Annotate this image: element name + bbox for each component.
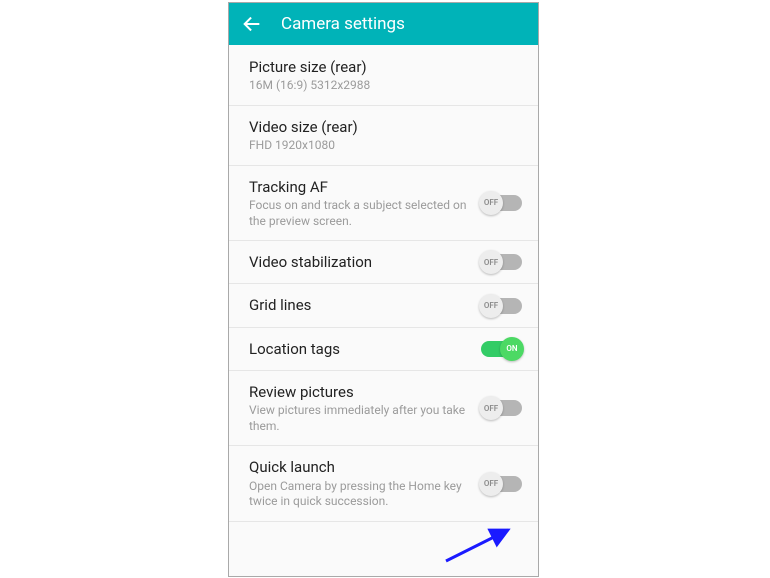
setting-video-stabilization[interactable]: Video stabilization OFF: [229, 241, 538, 284]
item-text: Grid lines: [249, 295, 481, 315]
toggle-grid-lines[interactable]: OFF: [481, 298, 522, 314]
setting-review-pictures[interactable]: Review pictures View pictures immediatel…: [229, 371, 538, 446]
item-text: Video size (rear) FHD 1920x1080: [249, 117, 522, 154]
item-title: Picture size (rear): [249, 57, 514, 77]
toggle-knob: OFF: [479, 191, 503, 215]
toggle-knob: ON: [500, 337, 524, 361]
item-title: Review pictures: [249, 382, 473, 402]
toggle-tracking-af[interactable]: OFF: [481, 195, 522, 211]
item-text: Picture size (rear) 16M (16:9) 5312x2988: [249, 57, 522, 94]
phone-frame: Camera settings Picture size (rear) 16M …: [228, 2, 539, 577]
toggle-knob: OFF: [479, 396, 503, 420]
toggle-knob: OFF: [479, 472, 503, 496]
toggle-video-stabilization[interactable]: OFF: [481, 254, 522, 270]
setting-quick-launch[interactable]: Quick launch Open Camera by pressing the…: [229, 446, 538, 521]
item-subtitle: Focus on and track a subject selected on…: [249, 198, 473, 229]
item-title: Quick launch: [249, 457, 473, 477]
toggle-location-tags[interactable]: ON: [481, 341, 522, 357]
toggle-knob: OFF: [479, 294, 503, 318]
setting-video-size-rear[interactable]: Video size (rear) FHD 1920x1080: [229, 106, 538, 166]
setting-tracking-af[interactable]: Tracking AF Focus on and track a subject…: [229, 166, 538, 241]
item-title: Video size (rear): [249, 117, 514, 137]
item-text: Video stabilization: [249, 252, 481, 272]
item-title: Grid lines: [249, 295, 473, 315]
item-text: Tracking AF Focus on and track a subject…: [249, 177, 481, 229]
back-button[interactable]: [241, 13, 263, 35]
arrow-left-icon: [241, 13, 263, 35]
item-subtitle: 16M (16:9) 5312x2988: [249, 78, 514, 94]
setting-grid-lines[interactable]: Grid lines OFF: [229, 284, 538, 327]
item-subtitle: View pictures immediately after you take…: [249, 403, 473, 434]
item-text: Location tags: [249, 339, 481, 359]
toggle-quick-launch[interactable]: OFF: [481, 476, 522, 492]
settings-list: Picture size (rear) 16M (16:9) 5312x2988…: [229, 45, 538, 540]
header-bar: Camera settings: [229, 3, 538, 45]
toggle-knob: OFF: [479, 250, 503, 274]
item-title: Video stabilization: [249, 252, 473, 272]
setting-picture-size-rear[interactable]: Picture size (rear) 16M (16:9) 5312x2988: [229, 45, 538, 106]
item-subtitle: Open Camera by pressing the Home key twi…: [249, 479, 473, 510]
item-title: Location tags: [249, 339, 473, 359]
item-subtitle: FHD 1920x1080: [249, 138, 514, 154]
item-title: Tracking AF: [249, 177, 473, 197]
item-text: Review pictures View pictures immediatel…: [249, 382, 481, 434]
partial-next-item: [229, 522, 538, 540]
setting-location-tags[interactable]: Location tags ON: [229, 328, 538, 371]
toggle-review-pictures[interactable]: OFF: [481, 400, 522, 416]
page-title: Camera settings: [281, 14, 405, 34]
item-text: Quick launch Open Camera by pressing the…: [249, 457, 481, 509]
